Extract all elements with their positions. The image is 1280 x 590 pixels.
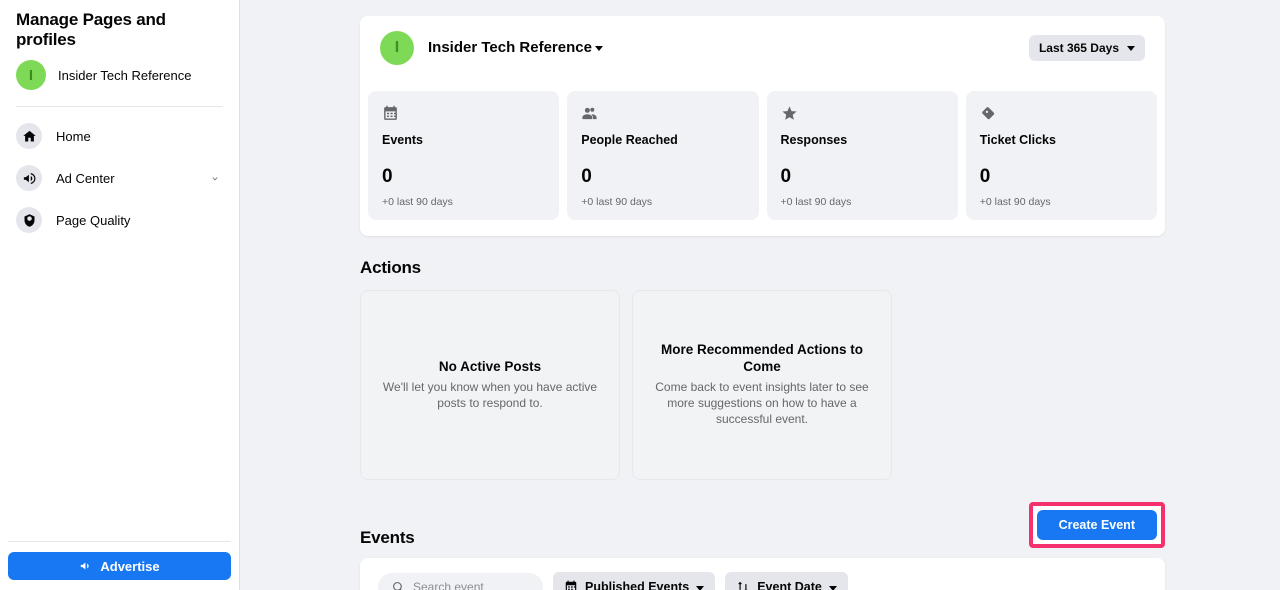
chevron-down-icon[interactable] <box>209 172 221 184</box>
calendar-icon <box>382 105 545 127</box>
sidebar-profile-name: Insider Tech Reference <box>58 67 192 83</box>
sidebar-profile[interactable]: I Insider Tech Reference <box>8 54 231 96</box>
stat-label: Responses <box>780 133 848 147</box>
search-event-box[interactable] <box>378 573 543 590</box>
ticket-icon <box>980 105 1143 127</box>
sidebar-item-page-quality[interactable]: Page Quality <box>8 199 231 241</box>
stat-card-responses: Responses 0 +0 last 90 days <box>766 91 958 220</box>
stat-sublabel: +0 last 90 days <box>780 196 852 208</box>
stat-label: Ticket Clicks <box>979 133 1056 147</box>
page-root: Manage Pages and profiles I Insider Tech… <box>0 0 1280 590</box>
sidebar-item-ad-center[interactable]: Ad Center <box>8 157 231 199</box>
page-avatar: I <box>380 30 414 65</box>
megaphone-icon <box>16 165 42 191</box>
date-range-label: Last 365 Days <box>1038 40 1119 55</box>
sidebar-item-label: Ad Center <box>56 170 115 186</box>
sidebar: Manage Pages and profiles I Insider Tech… <box>0 0 240 590</box>
stat-card-people-reached: People Reached 0 +0 last 90 days <box>567 91 759 220</box>
page-title: Insider Tech Reference <box>428 39 592 56</box>
page-selector[interactable]: Insider Tech Reference <box>428 39 603 56</box>
search-icon <box>393 581 403 590</box>
sidebar-item-home[interactable]: Home <box>8 115 231 157</box>
event-date-sort[interactable]: Event Date <box>725 572 848 590</box>
stat-value: 0 <box>780 166 792 187</box>
chevron-down-icon <box>594 46 603 51</box>
sidebar-title: Manage Pages and profiles <box>16 10 166 49</box>
date-range-selector[interactable]: Last 365 Days <box>1028 34 1145 61</box>
stat-value: 0 <box>382 166 393 187</box>
published-events-filter-label: Published Events <box>585 580 690 590</box>
event-date-sort-label: Event Date <box>757 580 822 590</box>
sidebar-footer-divider <box>8 541 231 542</box>
stat-sublabel: +0 last 90 days <box>581 196 653 208</box>
page-header-card: I Insider Tech Reference Last 365 Days <box>360 16 1165 79</box>
sidebar-item-label: Home <box>56 128 91 144</box>
stat-value: 0 <box>979 166 991 187</box>
chevron-down-icon <box>696 585 705 590</box>
stat-card-ticket-clicks: Ticket Clicks 0 +0 last 90 days <box>965 91 1157 220</box>
action-card-description: Come back to event insights later to see… <box>655 380 869 427</box>
star-icon <box>781 105 944 127</box>
create-event-button[interactable]: Create Event <box>1036 510 1157 540</box>
action-card-more-recommended: More Recommended Actions to Come Come ba… <box>632 290 892 480</box>
home-icon <box>16 123 42 149</box>
calendar-icon <box>565 580 577 590</box>
create-event-highlight: Create Event <box>1028 502 1165 548</box>
advertise-button[interactable]: Advertise <box>8 552 231 580</box>
events-header-row: Events Create Event <box>360 502 1165 548</box>
stat-card-events: Events 0 +0 last 90 days <box>368 91 560 220</box>
action-card-title: More Recommended Actions to Come <box>660 342 864 375</box>
megaphone-icon <box>81 562 89 570</box>
sort-icon <box>738 581 749 590</box>
events-panel: Published Events Event Date Event Budget… <box>360 558 1165 590</box>
stat-value: 0 <box>581 166 592 187</box>
stat-label: People Reached <box>581 133 678 147</box>
stat-label: Events <box>382 133 423 147</box>
search-input[interactable] <box>413 580 529 590</box>
chevron-down-icon <box>1127 46 1135 51</box>
sidebar-item-label: Page Quality <box>56 212 131 228</box>
action-card-no-active-posts: No Active Posts We'll let you know when … <box>360 290 620 480</box>
sidebar-nav: Home Ad Center Page Quality <box>8 115 231 241</box>
advertise-button-label: Advertise <box>100 558 160 574</box>
stat-sublabel: +0 last 90 days <box>382 196 453 208</box>
events-heading: Events <box>360 528 415 547</box>
main-content: I Insider Tech Reference Last 365 Days E… <box>240 0 1280 590</box>
people-icon <box>581 105 744 127</box>
stat-sublabel: +0 last 90 days <box>979 196 1051 208</box>
actions-row: No Active Posts We'll let you know when … <box>360 290 1165 480</box>
sidebar-footer: Advertise <box>0 541 239 590</box>
published-events-filter[interactable]: Published Events <box>553 572 716 590</box>
stats-strip: Events 0 +0 last 90 days People Reached … <box>360 79 1165 236</box>
sidebar-divider <box>16 106 223 107</box>
chevron-down-icon <box>828 585 837 590</box>
events-filters: Published Events Event Date <box>378 572 1147 590</box>
action-card-description: We'll let you know when you have active … <box>382 379 598 410</box>
shield-icon <box>16 207 42 233</box>
avatar: I <box>16 60 46 90</box>
actions-heading: Actions <box>360 258 421 277</box>
action-card-title: No Active Posts <box>438 358 542 374</box>
